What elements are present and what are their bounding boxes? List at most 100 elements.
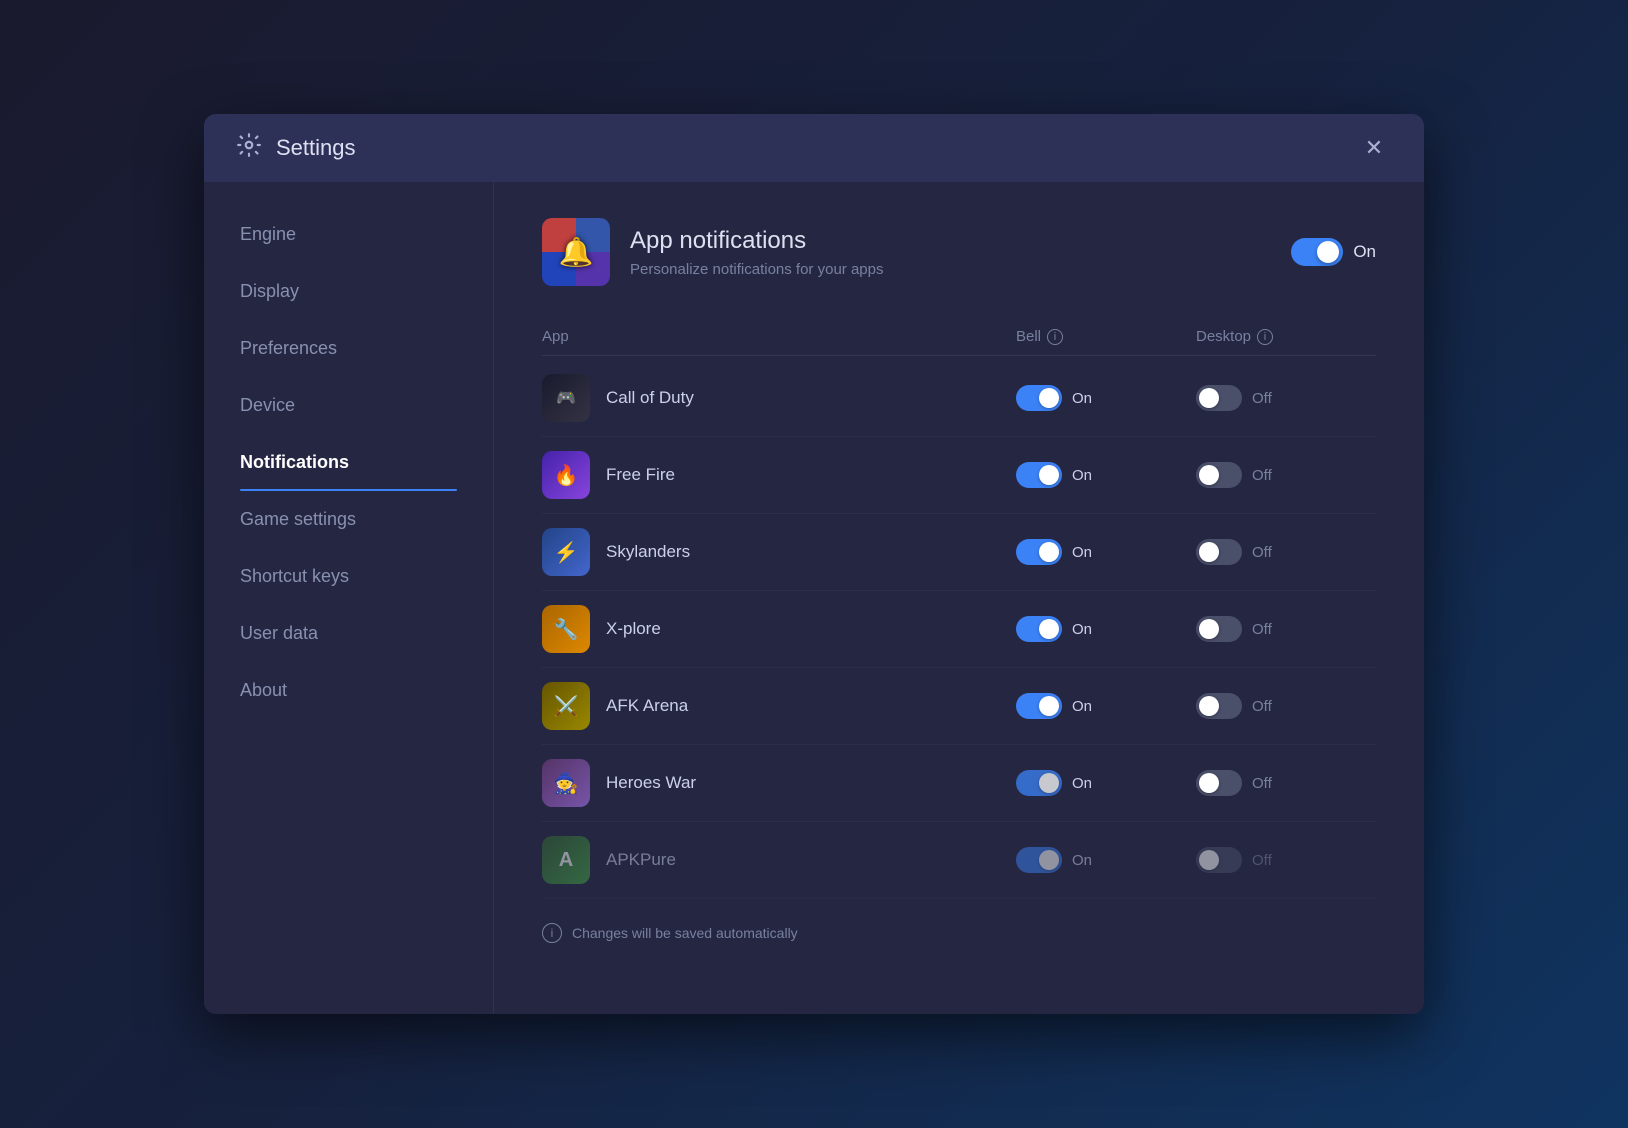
bell-toggle-apkpure[interactable] — [1016, 847, 1062, 873]
desktop-cell-x-plore: Off — [1196, 616, 1376, 642]
bell-cell-x-plore: On — [1016, 616, 1196, 642]
col-desktop-header: Desktop i — [1196, 328, 1376, 345]
bell-toggle-label-call-of-duty: On — [1072, 390, 1092, 407]
sidebar-item-preferences[interactable]: Preferences — [204, 320, 493, 377]
table-row: A APKPure On — [542, 822, 1376, 899]
desktop-toggle-label-apkpure: Off — [1252, 852, 1272, 869]
app-cell-free-fire: 🔥 Free Fire — [542, 451, 1016, 499]
bell-cell-call-of-duty: On — [1016, 385, 1196, 411]
desktop-toggle-label-skylanders: Off — [1252, 544, 1272, 561]
sidebar-item-device[interactable]: Device — [204, 377, 493, 434]
bell-cell-skylanders: On — [1016, 539, 1196, 565]
desktop-cell-afk-arena: Off — [1196, 693, 1376, 719]
app-name-heroes-war: Heroes War — [606, 773, 696, 793]
notif-header-right: On — [1291, 238, 1376, 266]
bell-toggle-afk-arena[interactable] — [1016, 693, 1062, 719]
notif-subtitle: Personalize notifications for your apps — [630, 261, 883, 278]
app-name-apkpure: APKPure — [606, 850, 676, 870]
app-cell-afk-arena: ⚔️ AFK Arena — [542, 682, 1016, 730]
master-toggle[interactable] — [1291, 238, 1343, 266]
app-name-x-plore: X-plore — [606, 619, 661, 639]
desktop-toggle-apkpure[interactable] — [1196, 847, 1242, 873]
master-toggle-wrapper[interactable]: On — [1291, 238, 1376, 266]
table-row: 🔧 X-plore On — [542, 591, 1376, 668]
desktop-toggle-label-heroes-war: Off — [1252, 775, 1272, 792]
desktop-toggle-x-plore[interactable] — [1196, 616, 1242, 642]
sidebar-item-shortcut-keys[interactable]: Shortcut keys — [204, 548, 493, 605]
desktop-toggle-call-of-duty[interactable] — [1196, 385, 1242, 411]
table-header: App Bell i Desktop i — [542, 318, 1376, 356]
app-icon-free-fire: 🔥 — [542, 451, 590, 499]
header-left: Settings — [236, 132, 356, 165]
bell-cell-heroes-war: On — [1016, 770, 1196, 796]
app-cell-call-of-duty: 🎮 Call of Duty — [542, 374, 1016, 422]
bell-info-icon: i — [1047, 329, 1063, 345]
app-name-call-of-duty: Call of Duty — [606, 388, 694, 408]
app-icon-heroes-war: 🧙 — [542, 759, 590, 807]
desktop-info-icon: i — [1257, 329, 1273, 345]
table-row: ⚡ Skylanders On — [542, 514, 1376, 591]
app-cell-skylanders: ⚡ Skylanders — [542, 528, 1016, 576]
app-icon-skylanders: ⚡ — [542, 528, 590, 576]
desktop-toggle-label-call-of-duty: Off — [1252, 390, 1272, 407]
sidebar-item-engine[interactable]: Engine — [204, 206, 493, 263]
master-toggle-label: On — [1353, 242, 1376, 262]
app-cell-apkpure: A APKPure — [542, 836, 1016, 884]
table-row: 🎮 Call of Duty On — [542, 360, 1376, 437]
master-toggle-track — [1291, 238, 1343, 266]
footer-note-text: Changes will be saved automatically — [572, 925, 798, 941]
settings-modal: Settings ✕ Engine Display Preferences De… — [204, 114, 1424, 1014]
desktop-toggle-label-afk-arena: Off — [1252, 698, 1272, 715]
desktop-toggle-skylanders[interactable] — [1196, 539, 1242, 565]
desktop-cell-call-of-duty: Off — [1196, 385, 1376, 411]
app-table: App Bell i Desktop i 🎮 — [542, 318, 1376, 899]
bell-toggle-x-plore[interactable] — [1016, 616, 1062, 642]
modal-header: Settings ✕ — [204, 114, 1424, 182]
master-toggle-thumb — [1317, 241, 1339, 263]
bell-toggle-label-free-fire: On — [1072, 467, 1092, 484]
app-icon-x-plore: 🔧 — [542, 605, 590, 653]
desktop-cell-free-fire: Off — [1196, 462, 1376, 488]
bell-cell-afk-arena: On — [1016, 693, 1196, 719]
bell-cell-free-fire: On — [1016, 462, 1196, 488]
app-name-free-fire: Free Fire — [606, 465, 675, 485]
desktop-toggle-heroes-war[interactable] — [1196, 770, 1242, 796]
desktop-toggle-label-free-fire: Off — [1252, 467, 1272, 484]
desktop-toggle-afk-arena[interactable] — [1196, 693, 1242, 719]
notif-header-left: 🔔 App notifications Personalize notifica… — [542, 218, 883, 286]
sidebar-item-about[interactable]: About — [204, 662, 493, 719]
desktop-cell-skylanders: Off — [1196, 539, 1376, 565]
notif-icon-wrapper: 🔔 — [542, 218, 610, 286]
app-cell-x-plore: 🔧 X-plore — [542, 605, 1016, 653]
desktop-toggle-free-fire[interactable] — [1196, 462, 1242, 488]
sidebar-item-user-data[interactable]: User data — [204, 605, 493, 662]
app-notifications-header: 🔔 App notifications Personalize notifica… — [542, 218, 1376, 286]
sidebar-item-display[interactable]: Display — [204, 263, 493, 320]
app-cell-heroes-war: 🧙 Heroes War — [542, 759, 1016, 807]
bell-toggle-skylanders[interactable] — [1016, 539, 1062, 565]
table-row: 🧙 Heroes War On — [542, 745, 1376, 822]
notif-title: App notifications — [630, 227, 883, 255]
bell-toggle-free-fire[interactable] — [1016, 462, 1062, 488]
desktop-toggle-label-x-plore: Off — [1252, 621, 1272, 638]
desktop-cell-apkpure: Off — [1196, 847, 1376, 873]
sidebar-item-notifications[interactable]: Notifications — [204, 434, 493, 491]
app-icon-apkpure: A — [542, 836, 590, 884]
col-app-header: App — [542, 328, 1016, 345]
sidebar-item-game-settings[interactable]: Game settings — [204, 491, 493, 548]
close-button[interactable]: ✕ — [1356, 130, 1392, 166]
bell-toggle-call-of-duty[interactable] — [1016, 385, 1062, 411]
gear-icon — [236, 132, 262, 165]
bell-toggle-label-afk-arena: On — [1072, 698, 1092, 715]
desktop-cell-heroes-war: Off — [1196, 770, 1376, 796]
modal-title: Settings — [276, 135, 356, 161]
footer-info-icon: i — [542, 923, 562, 943]
bell-toggle-label-apkpure: On — [1072, 852, 1092, 869]
notif-title-area: App notifications Personalize notificati… — [630, 227, 883, 278]
bell-toggle-heroes-war[interactable] — [1016, 770, 1062, 796]
col-bell-header: Bell i — [1016, 328, 1196, 345]
app-name-skylanders: Skylanders — [606, 542, 690, 562]
bell-icon: 🔔 — [559, 236, 594, 269]
bell-toggle-label-heroes-war: On — [1072, 775, 1092, 792]
app-icon-call-of-duty: 🎮 — [542, 374, 590, 422]
